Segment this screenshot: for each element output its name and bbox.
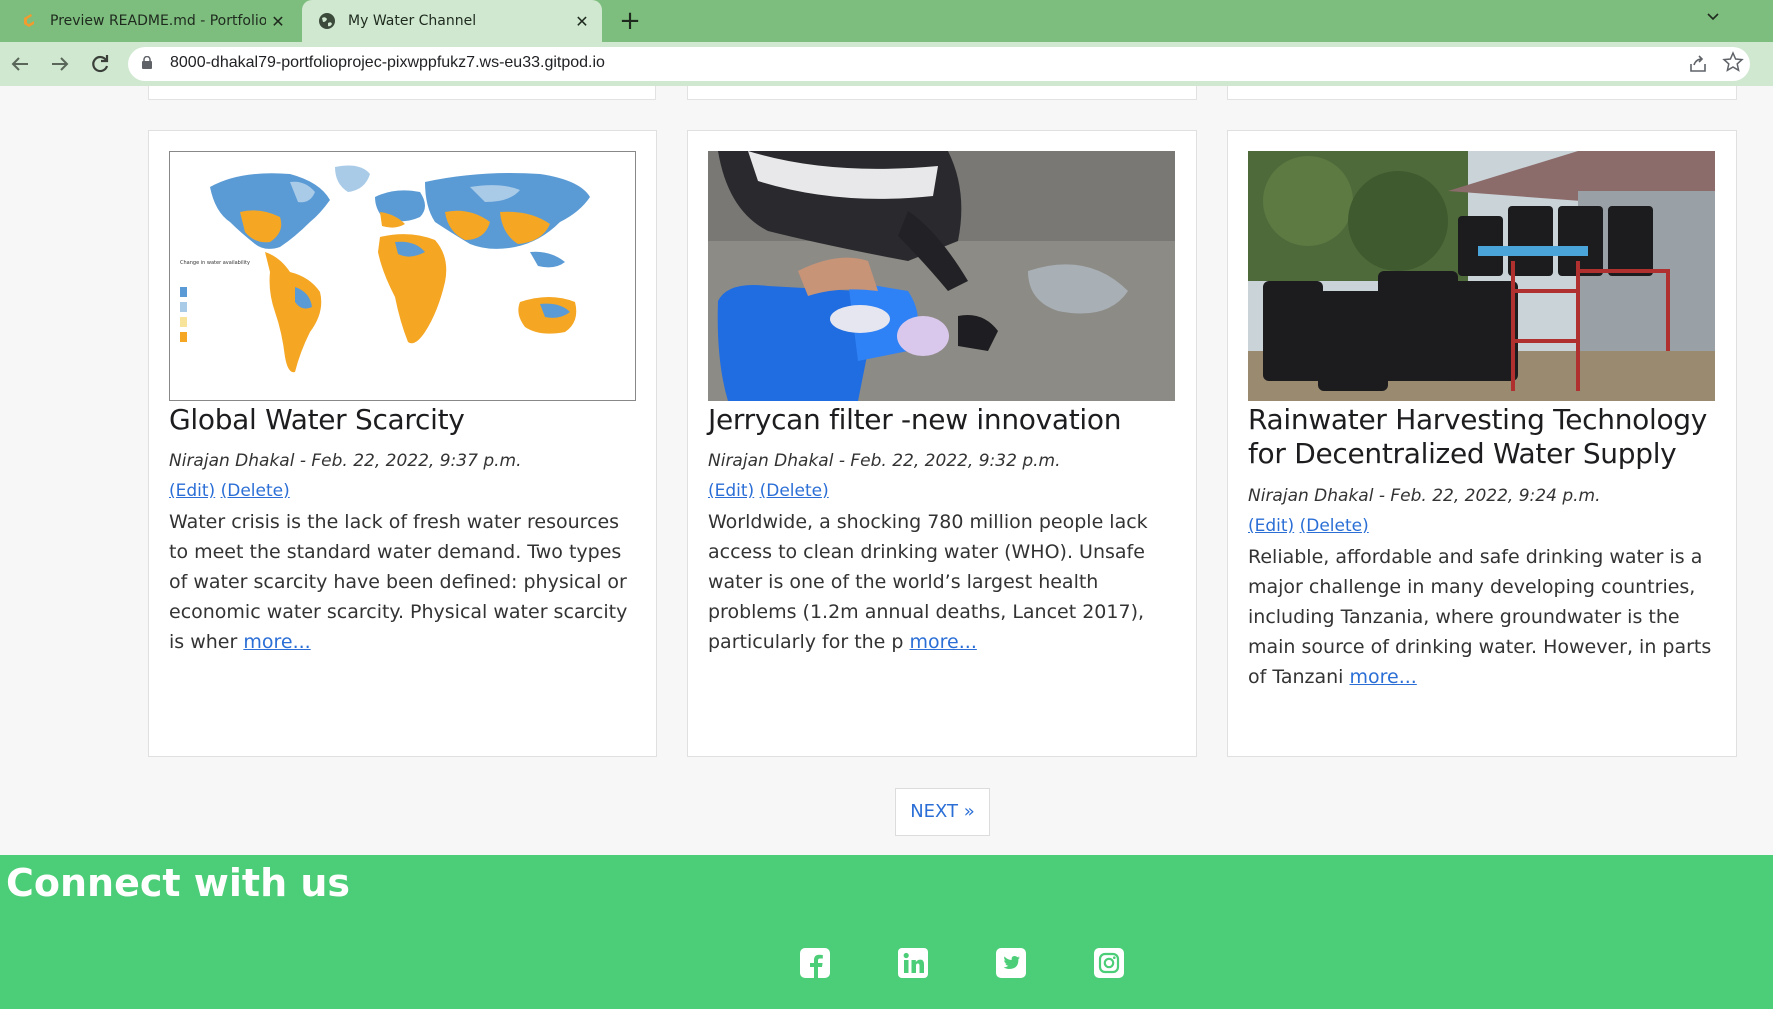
- jerrycan-photo-graphic: [708, 151, 1175, 401]
- post-actions: (Edit) (Delete): [708, 481, 829, 501]
- post-date: Feb. 22, 2022, 9:37 p.m.: [311, 451, 522, 471]
- site-footer: Connect with us: [0, 855, 1773, 1009]
- previous-card-bottom: [1227, 86, 1737, 100]
- edit-link[interactable]: (Edit): [708, 481, 754, 501]
- close-tab-icon[interactable]: ✕: [266, 12, 290, 31]
- reload-icon[interactable]: [86, 50, 114, 78]
- post-meta: Nirajan Dhakal - Feb. 22, 2022, 9:32 p.m…: [708, 451, 1061, 471]
- post-title[interactable]: Global Water Scarcity: [169, 403, 639, 437]
- tab-title: Preview README.md - Portfolio-p: [50, 13, 266, 29]
- facebook-icon[interactable]: [798, 946, 832, 980]
- delete-link[interactable]: (Delete): [1300, 516, 1369, 536]
- post-card: Rainwater Harvesting Technology for Dece…: [1227, 130, 1737, 757]
- post-actions: (Edit) (Delete): [169, 481, 290, 501]
- world-map-graphic: Change in water availability: [170, 152, 635, 400]
- new-tab-button[interactable]: +: [616, 6, 644, 36]
- post-author: Nirajan Dhakal: [1248, 486, 1374, 506]
- post-meta: Nirajan Dhakal - Feb. 22, 2022, 9:37 p.m…: [169, 451, 522, 471]
- chevron-down-icon[interactable]: [1705, 8, 1721, 24]
- excerpt-text: Reliable, affordable and safe drinking w…: [1248, 546, 1712, 688]
- post-excerpt: Reliable, affordable and safe drinking w…: [1248, 542, 1723, 692]
- rainwater-tanks-graphic: [1248, 151, 1715, 401]
- forward-arrow-icon[interactable]: [46, 50, 74, 78]
- excerpt-text: Water crisis is the lack of fresh water …: [169, 511, 628, 653]
- delete-link[interactable]: (Delete): [221, 481, 290, 501]
- address-bar[interactable]: 8000-dhakal79-portfolioprojec-pixwppfukz…: [128, 47, 1750, 81]
- previous-card-bottom: [148, 86, 656, 100]
- post-excerpt: Water crisis is the lack of fresh water …: [169, 507, 644, 657]
- instagram-icon[interactable]: [1092, 946, 1126, 980]
- more-link[interactable]: more...: [243, 631, 310, 653]
- gitpod-icon: [24, 14, 34, 27]
- tab-my-water-channel[interactable]: My Water Channel ✕: [302, 0, 602, 42]
- more-link[interactable]: more...: [1349, 666, 1416, 688]
- world-water-map-image[interactable]: Change in water availability: [169, 151, 636, 401]
- post-date: Feb. 22, 2022, 9:32 p.m.: [850, 451, 1061, 471]
- post-author: Nirajan Dhakal: [169, 451, 295, 471]
- tab-readme-preview[interactable]: Preview README.md - Portfolio-p ✕: [8, 0, 298, 42]
- rainwater-tanks-photo-image[interactable]: [1248, 151, 1715, 401]
- share-icon[interactable]: [1688, 54, 1708, 74]
- more-link[interactable]: more...: [910, 631, 977, 653]
- bookmark-star-icon[interactable]: [1722, 51, 1744, 73]
- post-actions: (Edit) (Delete): [1248, 516, 1369, 536]
- back-arrow-icon[interactable]: [6, 50, 34, 78]
- edit-link[interactable]: (Edit): [1248, 516, 1294, 536]
- delete-link[interactable]: (Delete): [760, 481, 829, 501]
- browser-tab-strip: Preview README.md - Portfolio-p ✕ My Wat…: [0, 0, 1773, 42]
- previous-card-bottom: [687, 86, 1197, 100]
- svg-text:Change in water availability: Change in water availability: [180, 260, 250, 266]
- post-meta: Nirajan Dhakal - Feb. 22, 2022, 9:24 p.m…: [1248, 486, 1601, 506]
- lock-icon: [142, 56, 152, 69]
- post-title[interactable]: Rainwater Harvesting Technology for Dece…: [1248, 403, 1718, 471]
- post-excerpt: Worldwide, a shocking 780 million people…: [708, 507, 1183, 657]
- post-title[interactable]: Jerrycan filter -new innovation: [708, 403, 1178, 437]
- footer-title: Connect with us: [6, 861, 351, 905]
- close-tab-icon[interactable]: ✕: [570, 12, 594, 31]
- edit-link[interactable]: (Edit): [169, 481, 215, 501]
- next-page-button[interactable]: NEXT »: [895, 788, 990, 836]
- jerrycan-photo-image[interactable]: [708, 151, 1175, 401]
- url-text: 8000-dhakal79-portfolioprojec-pixwppfukz…: [170, 54, 605, 71]
- address-toolbar: 8000-dhakal79-portfolioprojec-pixwppfukz…: [0, 42, 1773, 86]
- globe-icon: [319, 13, 335, 29]
- twitter-icon[interactable]: [994, 946, 1028, 980]
- tab-title: My Water Channel: [348, 13, 477, 29]
- post-date: Feb. 22, 2022, 9:24 p.m.: [1390, 486, 1601, 506]
- post-card: Jerrycan filter -new innovation Nirajan …: [687, 130, 1197, 757]
- linkedin-icon[interactable]: [896, 946, 930, 980]
- post-card: Change in water availability Global Wate…: [148, 130, 657, 757]
- post-author: Nirajan Dhakal: [708, 451, 834, 471]
